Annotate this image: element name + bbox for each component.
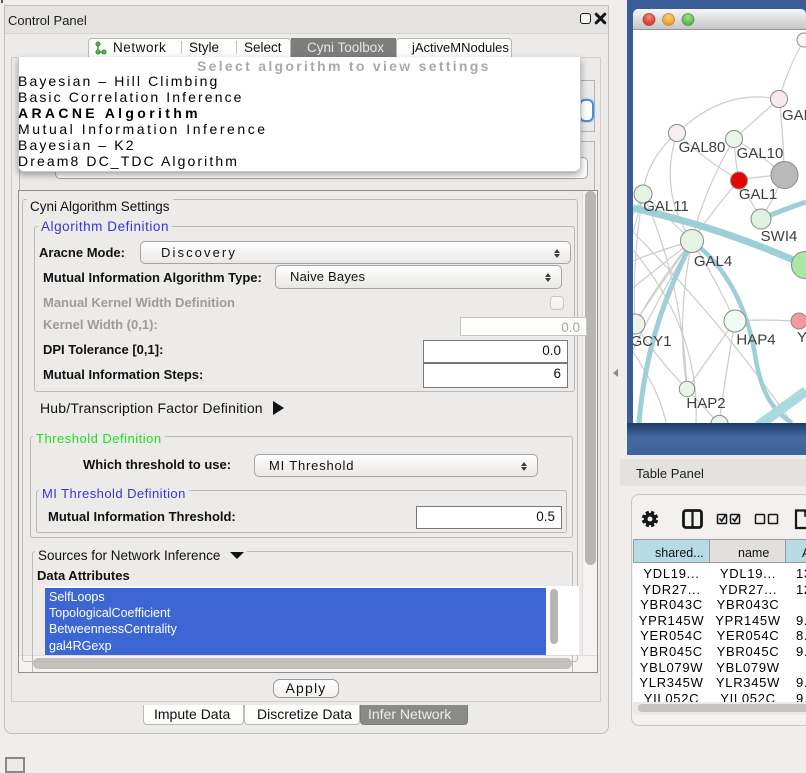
svg-text:GAL11: GAL11 [643,198,689,215]
svg-text:GAL4: GAL4 [694,253,732,270]
svg-text:GAL80: GAL80 [679,139,726,156]
svg-text:GAL2: GAL2 [782,107,806,124]
svg-text:HAP2: HAP2 [686,395,725,412]
svg-text:GAL10: GAL10 [737,145,784,162]
svg-text:GAL1: GAL1 [739,186,777,203]
svg-text:SWI4: SWI4 [761,228,798,245]
svg-text:GCY1: GCY1 [633,333,671,350]
svg-text:Y: Y [797,329,806,346]
svg-text:HAP4: HAP4 [736,332,775,349]
